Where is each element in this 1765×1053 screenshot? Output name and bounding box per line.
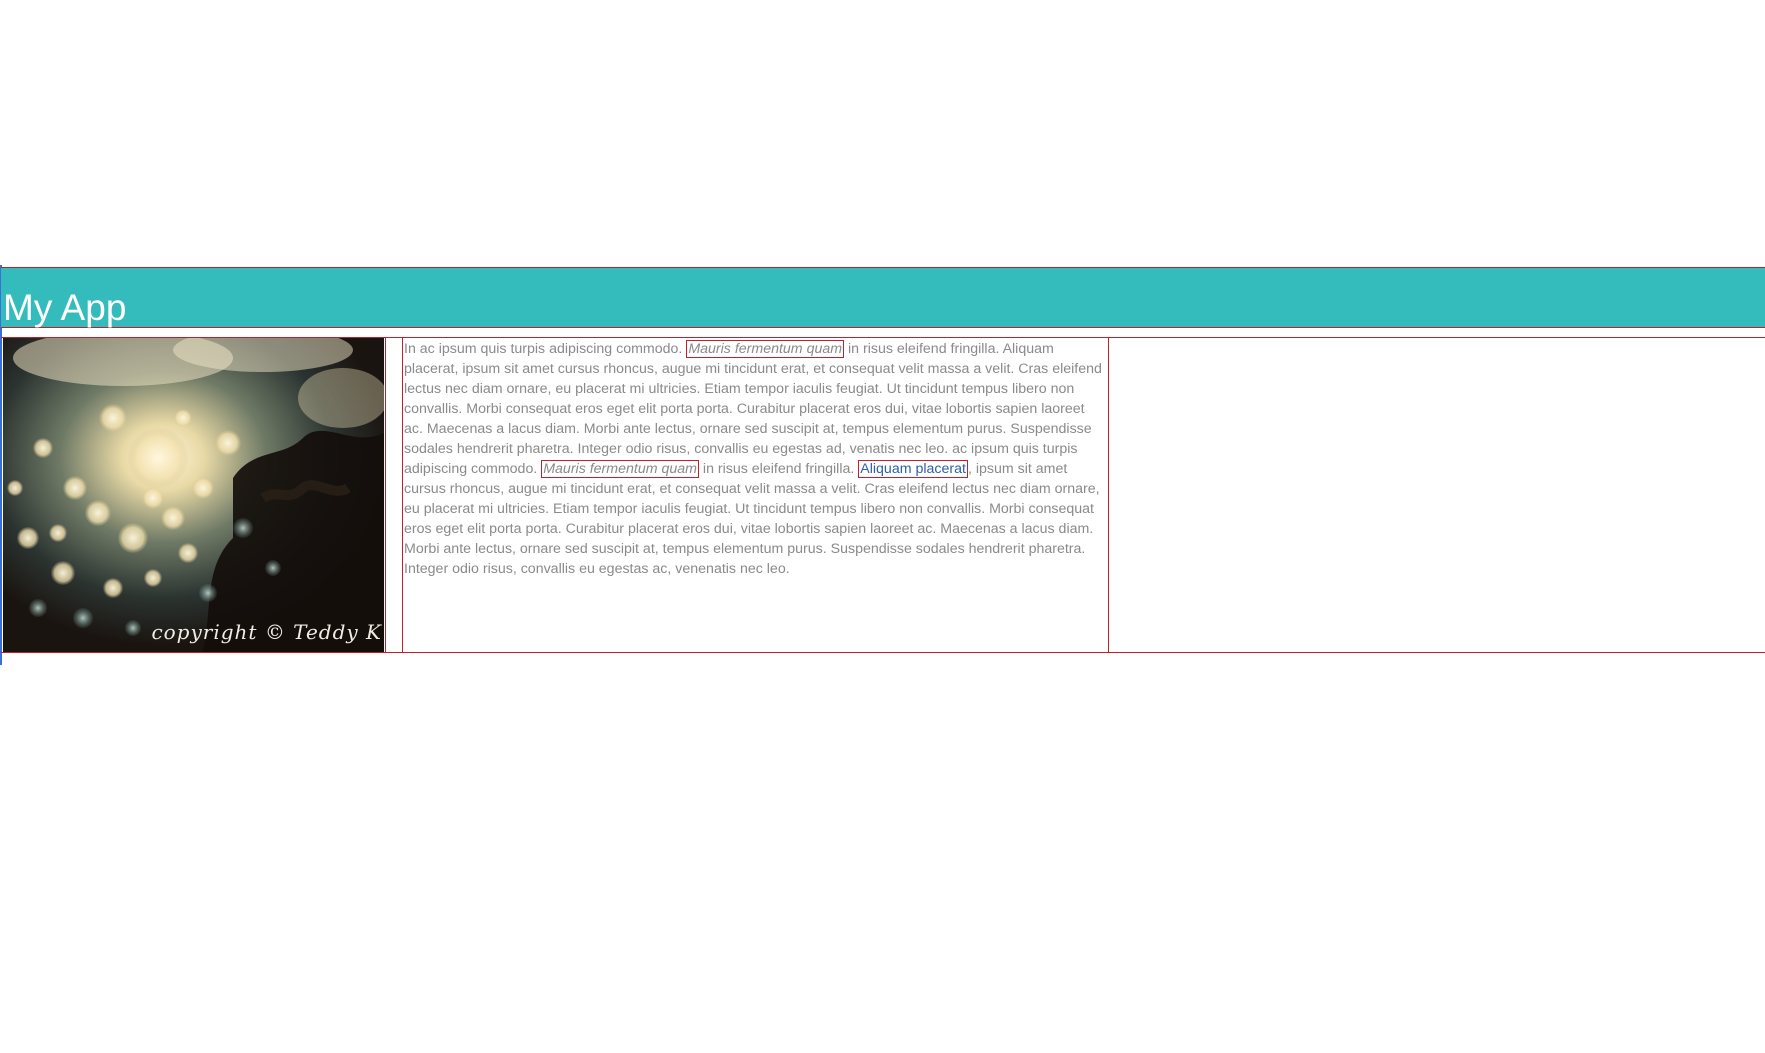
article-paragraph: In ac ipsum quis turpis adipiscing commo… bbox=[404, 339, 1107, 579]
aliquam-placerat-link[interactable]: Aliquam placerat bbox=[858, 460, 968, 478]
content-row: copyright © Teddy K In ac ipsum quis tur… bbox=[1, 337, 1765, 653]
text-segment: in risus eleifend fringilla. bbox=[698, 461, 859, 477]
text-segment: in risus eleifend fringilla. Aliquam pla… bbox=[404, 341, 1102, 477]
emphasis-text: Mauris fermentum quam bbox=[541, 460, 699, 478]
bokeh-photo: copyright © Teddy K bbox=[3, 338, 384, 652]
emphasis-text: Mauris fermentum quam bbox=[686, 340, 845, 358]
app-header: My App bbox=[1, 267, 1765, 328]
text-segment: In ac ipsum quis turpis adipiscing commo… bbox=[404, 341, 687, 357]
column-divider bbox=[385, 338, 386, 652]
column-divider bbox=[1108, 338, 1109, 652]
text-segment: , ipsum sit amet cursus rhoncus, augue m… bbox=[404, 461, 1100, 577]
app-title: My App bbox=[3, 287, 127, 328]
article-body: In ac ipsum quis turpis adipiscing commo… bbox=[403, 338, 1107, 652]
photo-credit-watermark: copyright © Teddy K bbox=[151, 620, 382, 644]
page: My App copyright © Teddy K In ac ipsum q… bbox=[0, 0, 1765, 1053]
